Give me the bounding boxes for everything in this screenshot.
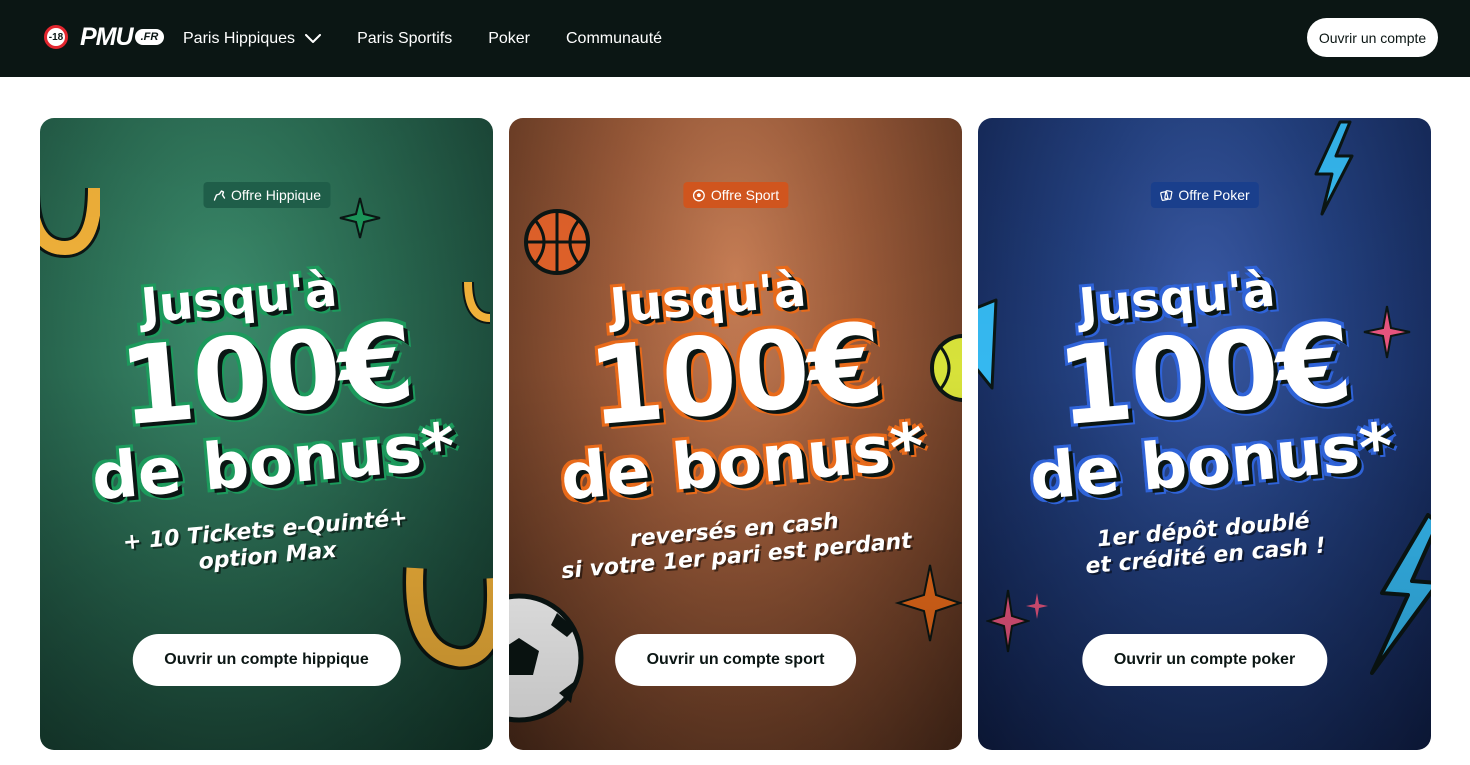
- nav-item-label: Paris Hippiques: [183, 29, 296, 47]
- nav-item-label: Paris Sportifs: [357, 29, 453, 47]
- nav-item-label: Poker: [488, 29, 530, 47]
- pmu-logo[interactable]: PMU .FR: [80, 22, 165, 52]
- main-nav: Paris Hippiques Paris Sportifs Poker Com…: [183, 0, 698, 77]
- horse-icon: [212, 189, 225, 202]
- logo-tld-badge: .FR: [134, 29, 165, 45]
- nav-item-paris-sportifs[interactable]: Paris Sportifs: [357, 30, 452, 48]
- offer-card-hippique: Offre Hippique Jusqu'à 100€ de bonus* + …: [40, 118, 493, 750]
- top-navigation-bar: -18 PMU .FR Paris Hippiques Paris Sporti…: [0, 0, 1470, 77]
- nav-item-poker[interactable]: Poker: [488, 30, 530, 48]
- bonus-headline: Jusqu'à 100€ de bonus*: [509, 249, 962, 518]
- offer-card-sport: Offre Sport Jusqu'à 100€ de bonus* rever…: [509, 118, 962, 750]
- nav-item-communaute[interactable]: Communauté: [566, 30, 662, 48]
- bonus-headline: Jusqu'à 100€ de bonus*: [978, 249, 1431, 518]
- chevron-down-icon: [305, 33, 322, 44]
- offer-tag-label: Offre Poker: [1178, 187, 1250, 203]
- logo-wordmark: PMU: [80, 22, 134, 51]
- age-restriction-badge: -18: [44, 25, 68, 49]
- soccer-ball-icon: [692, 189, 705, 202]
- bonus-headline: Jusqu'à 100€ de bonus*: [40, 249, 493, 518]
- offer-tag: Offre Sport: [682, 182, 789, 208]
- offer-tag: Offre Hippique: [202, 182, 331, 208]
- nav-item-paris-hippiques[interactable]: Paris Hippiques: [183, 29, 322, 48]
- offer-tag-label: Offre Hippique: [230, 187, 322, 203]
- offer-card-poker: Offre Poker Jusqu'à 100€ de bonus* 1er d…: [978, 118, 1431, 750]
- open-poker-account-button[interactable]: Ouvrir un compte poker: [1081, 634, 1328, 686]
- offer-tag-label: Offre Sport: [710, 187, 780, 203]
- offer-tag: Offre Poker: [1150, 182, 1259, 208]
- open-sport-account-button[interactable]: Ouvrir un compte sport: [614, 634, 857, 686]
- cards-icon: [1159, 189, 1172, 202]
- nav-item-label: Communauté: [566, 29, 663, 47]
- open-hippique-account-button[interactable]: Ouvrir un compte hippique: [132, 634, 401, 686]
- open-account-button[interactable]: Ouvrir un compte: [1307, 18, 1438, 57]
